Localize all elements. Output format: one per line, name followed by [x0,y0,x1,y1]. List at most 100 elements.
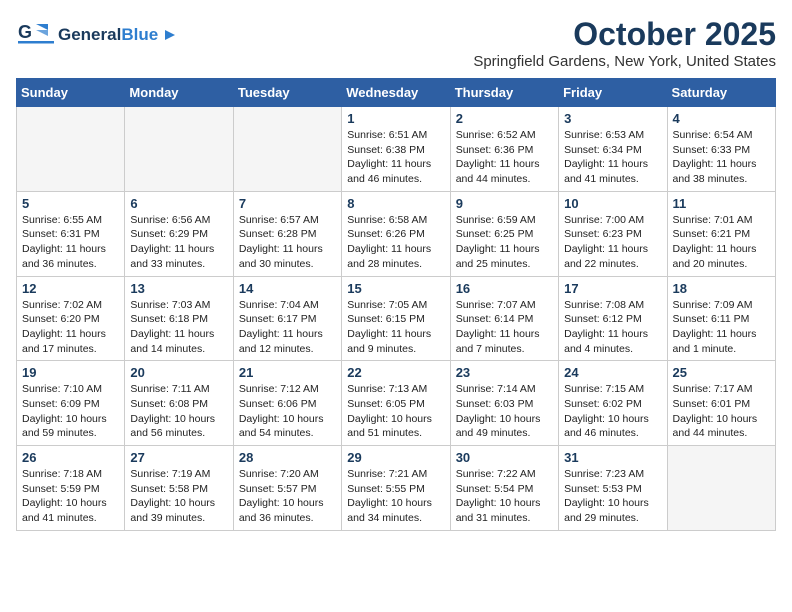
day-number: 14 [239,281,336,296]
day-info: Sunrise: 7:03 AM Sunset: 6:18 PM Dayligh… [130,298,227,357]
day-info: Sunrise: 7:08 AM Sunset: 6:12 PM Dayligh… [564,298,661,357]
day-number: 26 [22,450,119,465]
calendar-cell: 3 Sunrise: 6:53 AM Sunset: 6:34 PM Daylig… [559,107,667,192]
calendar-cell: 7Sunrise: 6:57 AM Sunset: 6:28 PM Daylig… [233,191,341,276]
calendar-cell: 16 Sunrise: 7:07 AM Sunset: 6:14 PM Dayli… [450,276,558,361]
day-number: 17 [564,281,661,296]
day-info: Sunrise: 7:07 AM Sunset: 6:14 PM Dayligh… [456,298,553,357]
calendar-cell: 27 Sunrise: 7:19 AM Sunset: 5:58 PM Dayli… [125,446,233,531]
calendar-cell [233,107,341,192]
day-number: 1 [347,111,444,126]
day-info: Sunrise: 7:11 AM Sunset: 6:08 PM Dayligh… [130,382,227,441]
day-number: 7 [239,196,336,211]
calendar-cell [17,107,125,192]
calendar-cell: 31Sunrise: 7:23 AM Sunset: 5:53 PM Dayli… [559,446,667,531]
logo-arrow-icon [165,30,175,40]
day-number: 16 [456,281,553,296]
page-header: G GeneralBlue October 2025 Springfield G… [16,16,776,70]
logo: G GeneralBlue [16,16,175,54]
calendar-cell: 17 Sunrise: 7:08 AM Sunset: 6:12 PM Dayli… [559,276,667,361]
day-number: 4 [673,111,770,126]
day-info: Sunrise: 7:13 AM Sunset: 6:05 PM Dayligh… [347,382,444,441]
calendar-week-3: 12 Sunrise: 7:02 AM Sunset: 6:20 PM Dayli… [17,276,776,361]
day-number: 18 [673,281,770,296]
calendar-cell: 21Sunrise: 7:12 AM Sunset: 6:06 PM Dayli… [233,361,341,446]
calendar-cell: 18 Sunrise: 7:09 AM Sunset: 6:11 PM Dayli… [667,276,775,361]
day-number: 9 [456,196,553,211]
calendar-cell: 6Sunrise: 6:56 AM Sunset: 6:29 PM Daylig… [125,191,233,276]
calendar-week-1: 1 Sunrise: 6:51 AM Sunset: 6:38 PM Daylig… [17,107,776,192]
day-number: 2 [456,111,553,126]
day-info: Sunrise: 6:51 AM Sunset: 6:38 PM Dayligh… [347,128,444,187]
weekday-header-wednesday: Wednesday [342,79,450,107]
calendar-cell [667,446,775,531]
calendar-cell: 30Sunrise: 7:22 AM Sunset: 5:54 PM Dayli… [450,446,558,531]
day-number: 25 [673,365,770,380]
calendar-cell: 5 Sunrise: 6:55 AM Sunset: 6:31 PM Daylig… [17,191,125,276]
day-number: 13 [130,281,227,296]
calendar-cell: 9 Sunrise: 6:59 AM Sunset: 6:25 PM Daylig… [450,191,558,276]
calendar-cell: 24 Sunrise: 7:15 AM Sunset: 6:02 PM Dayli… [559,361,667,446]
day-info: Sunrise: 7:14 AM Sunset: 6:03 PM Dayligh… [456,382,553,441]
calendar-cell: 8 Sunrise: 6:58 AM Sunset: 6:26 PM Daylig… [342,191,450,276]
day-number: 20 [130,365,227,380]
day-info: Sunrise: 7:19 AM Sunset: 5:58 PM Dayligh… [130,467,227,526]
calendar-cell: 28Sunrise: 7:20 AM Sunset: 5:57 PM Dayli… [233,446,341,531]
day-number: 3 [564,111,661,126]
day-info: Sunrise: 7:04 AM Sunset: 6:17 PM Dayligh… [239,298,336,357]
day-info: Sunrise: 7:10 AM Sunset: 6:09 PM Dayligh… [22,382,119,441]
calendar-cell: 2 Sunrise: 6:52 AM Sunset: 6:36 PM Daylig… [450,107,558,192]
day-number: 5 [22,196,119,211]
day-info: Sunrise: 6:52 AM Sunset: 6:36 PM Dayligh… [456,128,553,187]
day-info: Sunrise: 6:55 AM Sunset: 6:31 PM Dayligh… [22,213,119,272]
calendar-cell: 12 Sunrise: 7:02 AM Sunset: 6:20 PM Dayli… [17,276,125,361]
day-number: 21 [239,365,336,380]
day-number: 19 [22,365,119,380]
calendar-cell: 25 Sunrise: 7:17 AM Sunset: 6:01 PM Dayli… [667,361,775,446]
day-number: 12 [22,281,119,296]
day-info: Sunrise: 7:02 AM Sunset: 6:20 PM Dayligh… [22,298,119,357]
weekday-header-sunday: Sunday [17,79,125,107]
day-info: Sunrise: 7:09 AM Sunset: 6:11 PM Dayligh… [673,298,770,357]
calendar-cell: 26 Sunrise: 7:18 AM Sunset: 5:59 PM Dayli… [17,446,125,531]
day-number: 23 [456,365,553,380]
calendar-week-2: 5 Sunrise: 6:55 AM Sunset: 6:31 PM Daylig… [17,191,776,276]
calendar-cell: 20 Sunrise: 7:11 AM Sunset: 6:08 PM Dayli… [125,361,233,446]
weekday-header-monday: Monday [125,79,233,107]
day-info: Sunrise: 6:59 AM Sunset: 6:25 PM Dayligh… [456,213,553,272]
day-info: Sunrise: 7:15 AM Sunset: 6:02 PM Dayligh… [564,382,661,441]
day-info: Sunrise: 7:22 AM Sunset: 5:54 PM Dayligh… [456,467,553,526]
day-info: Sunrise: 6:58 AM Sunset: 6:26 PM Dayligh… [347,213,444,272]
calendar-table: SundayMondayTuesdayWednesdayThursdayFrid… [16,78,776,531]
day-info: Sunrise: 7:18 AM Sunset: 5:59 PM Dayligh… [22,467,119,526]
weekday-header-row: SundayMondayTuesdayWednesdayThursdayFrid… [17,79,776,107]
day-info: Sunrise: 7:23 AM Sunset: 5:53 PM Dayligh… [564,467,661,526]
svg-text:G: G [18,22,32,42]
logo-icon: G [16,16,54,54]
calendar-cell: 14 Sunrise: 7:04 AM Sunset: 6:17 PM Dayli… [233,276,341,361]
calendar-cell [125,107,233,192]
weekday-header-thursday: Thursday [450,79,558,107]
day-number: 8 [347,196,444,211]
day-number: 24 [564,365,661,380]
month-title: October 2025 [473,16,776,53]
day-info: Sunrise: 6:53 AM Sunset: 6:34 PM Dayligh… [564,128,661,187]
day-info: Sunrise: 6:54 AM Sunset: 6:33 PM Dayligh… [673,128,770,187]
calendar-cell: 22 Sunrise: 7:13 AM Sunset: 6:05 PM Dayli… [342,361,450,446]
calendar-cell: 4 Sunrise: 6:54 AM Sunset: 6:33 PM Daylig… [667,107,775,192]
day-info: Sunrise: 7:21 AM Sunset: 5:55 PM Dayligh… [347,467,444,526]
day-info: Sunrise: 7:17 AM Sunset: 6:01 PM Dayligh… [673,382,770,441]
day-number: 22 [347,365,444,380]
day-info: Sunrise: 7:01 AM Sunset: 6:21 PM Dayligh… [673,213,770,272]
day-info: Sunrise: 7:00 AM Sunset: 6:23 PM Dayligh… [564,213,661,272]
calendar-cell: 10Sunrise: 7:00 AM Sunset: 6:23 PM Dayli… [559,191,667,276]
logo-blue: Blue [121,25,158,44]
calendar-cell: 29 Sunrise: 7:21 AM Sunset: 5:55 PM Dayli… [342,446,450,531]
calendar-cell: 15Sunrise: 7:05 AM Sunset: 6:15 PM Dayli… [342,276,450,361]
day-info: Sunrise: 7:05 AM Sunset: 6:15 PM Dayligh… [347,298,444,357]
day-number: 29 [347,450,444,465]
weekday-header-friday: Friday [559,79,667,107]
day-number: 27 [130,450,227,465]
calendar-cell: 1 Sunrise: 6:51 AM Sunset: 6:38 PM Daylig… [342,107,450,192]
day-number: 28 [239,450,336,465]
